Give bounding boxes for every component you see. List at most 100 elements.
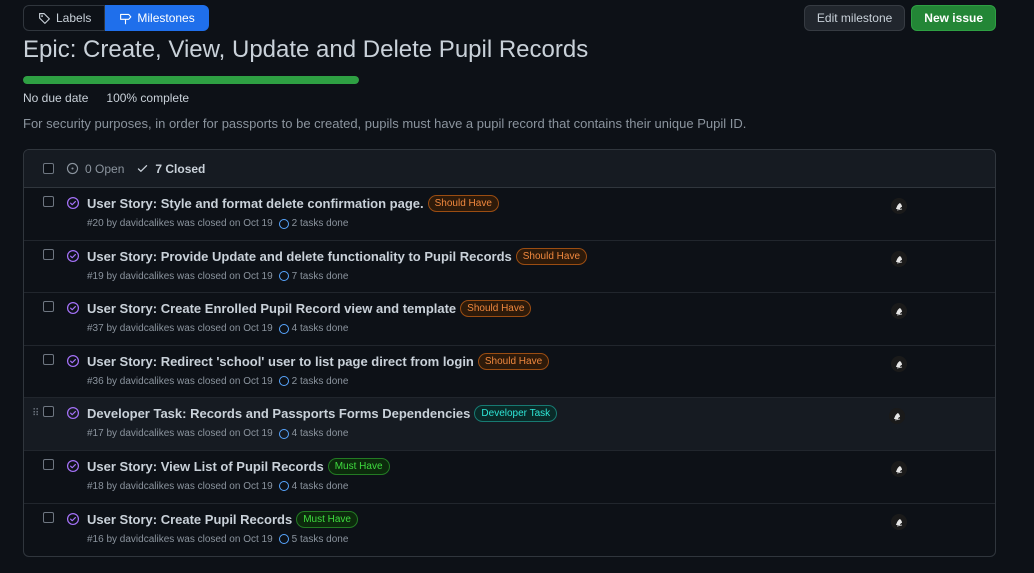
issue-meta-line: #37 by davidcalikes was closed on Oct 19… — [87, 323, 348, 334]
avatar[interactable] — [891, 355, 907, 372]
completion-text: 100% complete — [106, 91, 190, 105]
issue-list-header: 0 Open 7 Closed — [24, 150, 995, 188]
select-all-checkbox[interactable] — [43, 163, 54, 174]
issue-opened-icon — [66, 162, 79, 175]
issue-meta-text: #20 by davidcalikes was closed on Oct 19 — [87, 218, 273, 229]
issue-meta-line: #16 by davidcalikes was closed on Oct 19… — [87, 534, 348, 545]
issue-row[interactable]: User Story: Provide Update and delete fu… — [24, 241, 995, 294]
issue-meta-line: #36 by davidcalikes was closed on Oct 19… — [87, 376, 348, 387]
issue-label[interactable]: Should Have — [477, 352, 550, 370]
issue-tasks-text: 4 tasks done — [291, 323, 349, 335]
check-icon — [138, 165, 148, 172]
issue-list: 0 Open 7 Closed User Story: Style and fo… — [23, 149, 996, 557]
issue-meta-line: #18 by davidcalikes was closed on Oct 19… — [87, 481, 348, 492]
avatar-image — [891, 460, 907, 477]
labels-tab-label: Labels — [56, 11, 92, 25]
drag-handle-icon[interactable]: ⠿ — [32, 408, 39, 419]
issue-row[interactable]: ⠿ Developer Task: Records and Passports … — [24, 398, 995, 451]
issue-checkbox[interactable] — [43, 248, 54, 260]
closed-issues-filter[interactable]: 7 Closed — [136, 162, 205, 176]
issue-label[interactable]: Should Have — [460, 300, 532, 318]
milestone-description: For security purposes, in order for pass… — [23, 116, 747, 131]
tasks-circle-icon — [278, 376, 289, 387]
issue-label[interactable]: Should Have — [515, 247, 588, 265]
issue-checkbox[interactable] — [43, 353, 54, 365]
open-issues-filter[interactable]: 0 Open — [66, 162, 124, 176]
issue-title-link[interactable]: User Story: Redirect 'school' user to li… — [87, 354, 474, 369]
issue-label[interactable]: Must Have — [327, 457, 390, 475]
issue-row[interactable]: User Story: View List of Pupil Records M… — [24, 451, 995, 504]
avatar-image — [891, 198, 907, 214]
issue-title-line: User Story: Create Enrolled Pupil Record… — [87, 300, 532, 318]
issue-title-line: User Story: Redirect 'school' user to li… — [87, 352, 550, 370]
issue-tasks-text: 4 tasks done — [291, 480, 349, 492]
issue-closed-icon — [66, 249, 80, 262]
tasks-circle-icon — [278, 271, 289, 282]
issue-title-link[interactable]: Developer Task: Records and Passports Fo… — [87, 406, 470, 421]
tag-icon — [39, 12, 50, 24]
avatar[interactable] — [889, 408, 905, 425]
issue-meta-text: #19 by davidcalikes was closed on Oct 19 — [87, 270, 273, 282]
issue-closed-icon — [66, 196, 80, 210]
open-count-label: 0 Open — [85, 161, 125, 176]
issue-meta-text: #37 by davidcalikes was closed on Oct 19 — [87, 323, 273, 335]
avatar-image — [891, 355, 907, 372]
issue-title-link[interactable]: User Story: Provide Update and delete fu… — [87, 249, 512, 264]
issue-meta-text: #16 by davidcalikes was closed on Oct 19 — [87, 533, 273, 545]
avatar-image — [891, 303, 907, 320]
milestone-progress-fill — [23, 76, 359, 84]
issue-title-line: Developer Task: Records and Passports Fo… — [87, 405, 558, 423]
avatar[interactable] — [891, 303, 907, 320]
due-date-text: No due date — [23, 91, 89, 105]
avatar[interactable] — [891, 198, 907, 214]
issue-closed-icon — [66, 459, 80, 473]
avatar[interactable] — [891, 250, 907, 267]
tasks-circle-icon — [278, 481, 289, 492]
issue-tasks-text: 2 tasks done — [291, 375, 349, 387]
labels-milestones-switch: Labels Milestones — [23, 5, 209, 31]
issue-tasks-text: 7 tasks done — [291, 270, 349, 282]
milestones-tab-label: Milestones — [137, 11, 195, 25]
avatar-image — [891, 250, 907, 267]
issue-closed-icon — [66, 512, 80, 525]
issue-title-link[interactable]: User Story: Style and format delete conf… — [87, 196, 424, 211]
tasks-circle-icon — [278, 534, 289, 545]
issue-title-line: User Story: View List of Pupil Records M… — [87, 457, 390, 475]
closed-count-label: 7 Closed — [155, 161, 206, 176]
avatar[interactable] — [891, 513, 907, 530]
avatar[interactable] — [891, 460, 907, 477]
issue-checkbox[interactable] — [43, 458, 54, 470]
milestone-icon — [120, 13, 132, 24]
issue-checkbox[interactable] — [43, 301, 54, 313]
issue-row[interactable]: User Story: Create Pupil Records Must Ha… — [24, 504, 995, 556]
issue-checkbox[interactable] — [43, 511, 54, 523]
issue-title-line: User Story: Style and format delete conf… — [87, 195, 499, 212]
milestone-title: Epic: Create, View, Update and Delete Pu… — [23, 36, 589, 63]
issue-meta-text: #36 by davidcalikes was closed on Oct 19 — [87, 375, 273, 387]
issue-row[interactable]: User Story: Style and format delete conf… — [24, 188, 995, 241]
milestones-tab[interactable]: Milestones — [105, 5, 209, 31]
new-issue-button[interactable]: New issue — [911, 5, 996, 31]
issue-closed-icon — [66, 354, 80, 367]
issue-title-link[interactable]: User Story: View List of Pupil Records — [87, 459, 324, 474]
issue-label[interactable]: Should Have — [427, 195, 499, 212]
milestone-progress-bar — [23, 76, 359, 84]
milestone-meta: No due date 100% complete — [23, 91, 189, 105]
issue-closed-icon — [66, 302, 80, 315]
issue-row[interactable]: User Story: Redirect 'school' user to li… — [24, 346, 995, 399]
issue-title-line: User Story: Create Pupil Records Must Ha… — [87, 510, 358, 528]
issue-title-link[interactable]: User Story: Create Enrolled Pupil Record… — [87, 301, 456, 316]
labels-tab[interactable]: Labels — [23, 5, 106, 31]
issue-label[interactable]: Must Have — [296, 510, 358, 528]
issue-row[interactable]: User Story: Create Enrolled Pupil Record… — [24, 293, 995, 346]
issue-tasks-text: 2 tasks done — [291, 218, 349, 229]
issue-meta-text: #17 by davidcalikes was closed on Oct 19 — [87, 428, 273, 440]
edit-milestone-button[interactable]: Edit milestone — [803, 5, 906, 31]
issue-checkbox[interactable] — [43, 406, 54, 418]
issue-checkbox[interactable] — [43, 196, 54, 207]
milestone-actions: Edit milestone New issue — [803, 5, 996, 31]
issue-title-line: User Story: Provide Update and delete fu… — [87, 247, 588, 265]
issue-closed-icon — [66, 407, 80, 420]
issue-title-link[interactable]: User Story: Create Pupil Records — [87, 512, 292, 527]
issue-label[interactable]: Developer Task — [474, 405, 558, 423]
